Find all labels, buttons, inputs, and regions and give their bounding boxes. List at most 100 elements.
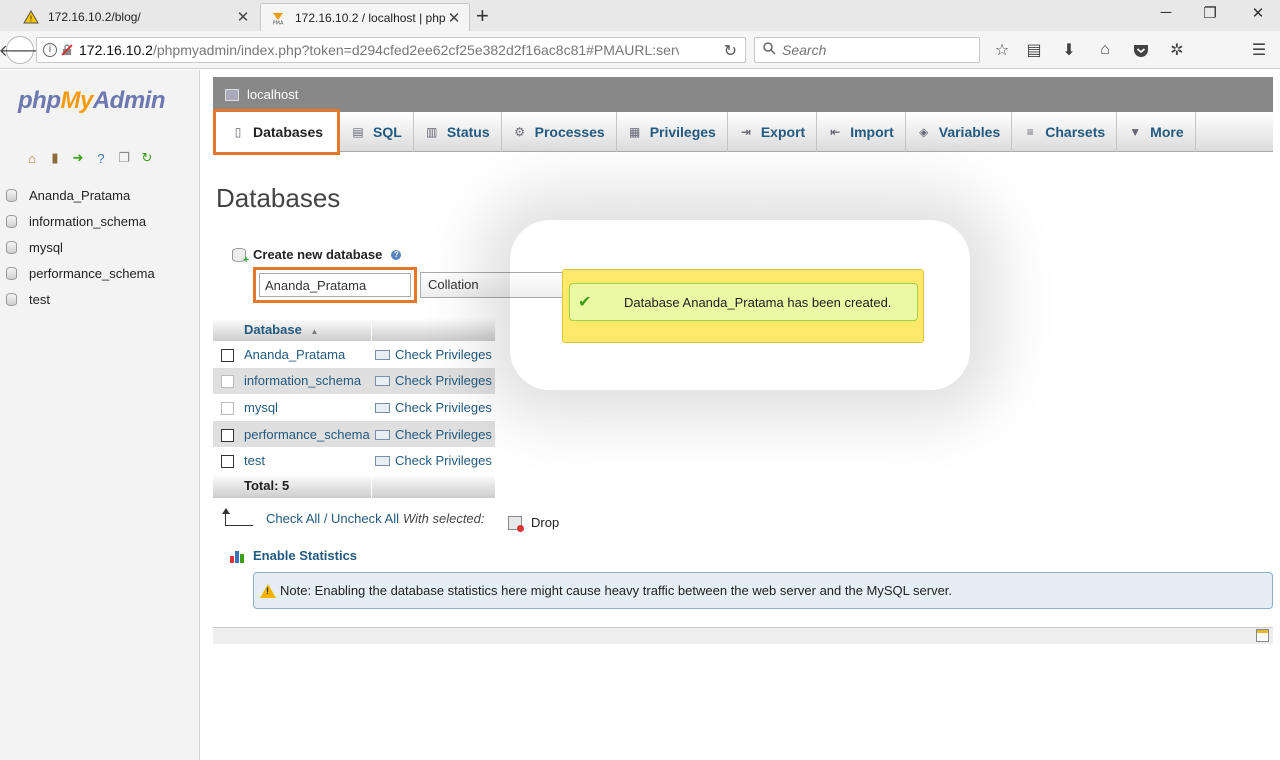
docs-icon[interactable]: ? [93,150,109,166]
phpmyadmin-logo[interactable]: phpMyAdmin [18,87,166,115]
tab-privileges[interactable]: ▦ Privileges [617,112,728,152]
reading-list-icon[interactable]: ▤ [1024,40,1044,60]
tab-export[interactable]: ⇥ Export [728,112,818,152]
tab-title: 172.16.10.2 / localhost | php­ [295,10,446,25]
table-total-row: Total: 5 [213,473,495,498]
close-tab-icon[interactable]: ✕ [447,9,461,27]
database-link[interactable]: mysql [241,394,371,421]
server-icon [225,88,239,101]
total-count: Total: 5 [241,473,371,498]
tab-status[interactable]: ▥ Status [414,112,502,152]
insecure-lock-icon [61,44,73,56]
help-icon[interactable]: ? [391,249,402,260]
search-input[interactable] [782,42,972,58]
logout-icon[interactable]: ▮ [47,150,63,166]
browser-tab-blog[interactable]: ! 172.16.10.2/blog/ ✕ [14,3,258,31]
home-icon[interactable]: ⌂ [1095,40,1115,60]
tab-variables[interactable]: ◈ Variables [906,112,1013,152]
database-name-highlight [253,267,417,303]
back-button[interactable]: 🡐 [0,36,41,64]
collation-select[interactable]: Collation [420,272,570,298]
nav-icons: ⌂ ▮ ➜ ? ❐ ↻ [24,150,155,166]
tree-item-test[interactable]: test [6,286,155,312]
row-checkbox[interactable] [220,428,234,442]
check-all-link[interactable]: Check All [266,511,320,526]
close-window-icon[interactable]: ✕ [1248,4,1268,22]
restore-icon[interactable]: ❐ [1200,4,1220,22]
tree-item-ananda-pratama[interactable]: Ananda_Pratama [6,182,155,208]
search-icon [763,42,776,58]
download-icon[interactable]: ⬇ [1059,40,1079,60]
reload-icon[interactable]: ↻ [724,41,737,61]
home-icon[interactable]: ⌂ [24,150,40,166]
row-checkbox[interactable] [220,375,234,389]
tab-title: 172.16.10.2/blog/ [48,10,141,24]
url-bar[interactable]: i 172.16.10.2/phpmyadmin/index.php?token… [36,37,746,63]
tab-charsets[interactable]: ≡ Charsets [1012,112,1118,152]
row-checkbox[interactable] [220,348,234,362]
tree-item-performance-schema[interactable]: performance_schema [6,260,155,286]
table-row: performance_schema Check Privileges [213,420,495,448]
query-window-icon[interactable]: ➜ [70,150,86,166]
database-name-input[interactable] [259,273,411,297]
import-icon: ⇤ [830,125,841,139]
warning-icon: ! [22,9,40,25]
check-privileges-link[interactable]: Check Privileges [371,420,495,448]
database-icon: ▯ [234,125,242,139]
statistics-notice: Note: Enabling the database statistics h… [253,572,1273,609]
left-panel: phpMyAdmin ⌂ ▮ ➜ ? ❐ ↻ Ananda_Pratama in… [0,70,200,760]
pocket-icon[interactable] [1131,40,1151,60]
reload-nav-icon[interactable]: ↻ [139,150,155,166]
hamburger-menu-icon[interactable]: ☰ [1249,40,1269,60]
tab-import[interactable]: ⇤ Import [817,112,906,152]
tab-sql[interactable]: ▤ SQL [340,112,414,152]
breadcrumb-server[interactable]: localhost [247,87,298,102]
minimize-icon[interactable]: ─ [1156,4,1176,21]
databases-table: Database ▲ Ananda_Pratama Check Privileg… [213,318,495,498]
copy-icon[interactable]: ❐ [116,150,132,166]
database-icon [6,292,17,306]
tree-item-information-schema[interactable]: information_schema [6,208,155,234]
tab-more[interactable]: ▼ More [1117,112,1196,152]
row-checkbox[interactable] [220,455,234,469]
top-menu: ▯ Databases ▤ SQL ▥ Status ⚙ Processes ▦ Priv… [213,109,1273,155]
privileges-icon: ▦ [629,125,641,139]
create-database-label: Create new database ? [232,247,402,266]
uncheck-all-link[interactable]: Uncheck All [331,511,399,526]
info-icon[interactable]: i [43,43,57,57]
check-privileges-link[interactable]: Check Privileges [371,367,495,395]
check-separator: / [320,511,332,526]
privileges-icon [375,456,390,467]
new-tab-icon[interactable]: + [476,3,489,29]
bookmark-star-icon[interactable]: ☆ [992,40,1012,60]
charsets-icon: ≡ [1026,125,1034,139]
statistics-icon [230,549,246,563]
check-privileges-link[interactable]: Check Privileges [371,341,495,368]
check-privileges-link[interactable]: Check Privileges [371,394,495,421]
extension-icon[interactable]: ✲ [1167,40,1187,60]
success-notification[interactable]: ✔ Database Ananda_Pratama has been creat… [562,269,924,343]
breadcrumb: localhost [213,77,1273,112]
checkmark-icon: ✔ [578,294,592,311]
tab-processes[interactable]: ⚙ Processes [502,112,617,152]
database-link[interactable]: information_schema [241,367,371,395]
console-icon[interactable] [1256,629,1269,642]
column-header-database[interactable]: Database ▲ [241,318,371,341]
table-row: Ananda_Pratama Check Privileges [213,341,495,368]
page-title: Databases [216,183,341,213]
tab-databases[interactable]: ▯ Databases [213,109,341,155]
tree-item-mysql[interactable]: mysql [6,234,155,260]
console-bar[interactable] [213,627,1273,644]
close-tab-icon[interactable]: ✕ [236,8,250,26]
enable-statistics-link[interactable]: Enable Statistics [230,548,357,563]
check-privileges-link[interactable]: Check Privileges [371,447,495,474]
search-bar[interactable] [754,37,980,63]
browser-tab-phpmyadmin[interactable]: PMA 172.16.10.2 / localhost | php­ ✕ [260,3,470,31]
bulk-actions: Check All / Uncheck All With selected: [222,507,485,526]
database-link[interactable]: performance_schema [241,420,371,448]
database-link[interactable]: Ananda_Pratama [241,341,371,368]
row-checkbox[interactable] [220,402,234,416]
database-link[interactable]: test [241,447,371,474]
drop-button[interactable]: Drop [508,515,559,532]
database-icon [6,266,17,280]
